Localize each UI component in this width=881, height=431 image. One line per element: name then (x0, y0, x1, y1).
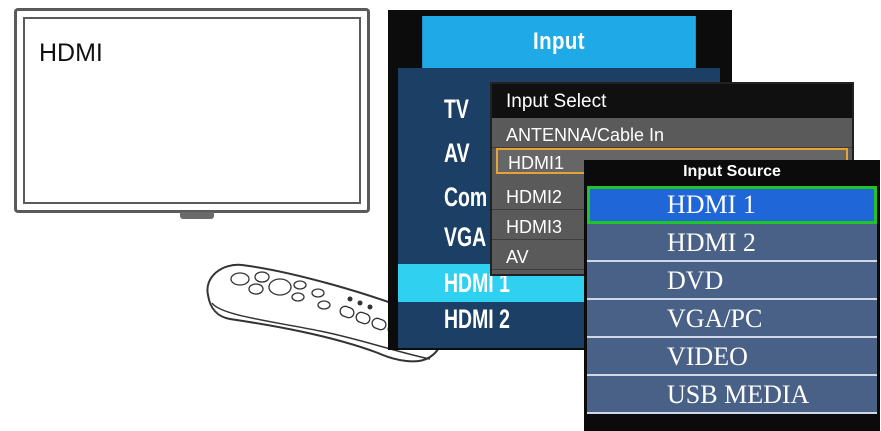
input-source-popup: Input Source HDMI 1 HDMI 2 DVD VGA/PC VI… (584, 160, 880, 431)
tv-screen-label: HDMI (39, 39, 103, 67)
input-source-list: HDMI 1 HDMI 2 DVD VGA/PC VIDEO USB MEDIA (587, 186, 877, 414)
input-source-item-dvd[interactable]: DVD (587, 262, 877, 300)
input-source-title: Input Source (584, 160, 880, 186)
input-source-item-vga-pc[interactable]: VGA/PC (587, 300, 877, 338)
input-menu-item-av[interactable]: AV (444, 138, 470, 169)
input-select-item-antenna[interactable]: ANTENNA/Cable In (492, 122, 852, 148)
tv-illustration: HDMI (14, 8, 370, 213)
input-select-title: Input Select (492, 84, 852, 118)
input-source-item-usb-media[interactable]: USB MEDIA (587, 376, 877, 414)
input-source-item-video[interactable]: VIDEO (587, 338, 877, 376)
input-menu-item-component[interactable]: Com (444, 182, 487, 213)
input-menu-item-hdmi-2[interactable]: HDMI 2 (444, 304, 510, 335)
input-source-item-hdmi-1[interactable]: HDMI 1 (587, 186, 877, 224)
input-menu-item-tv[interactable]: TV (444, 94, 469, 125)
tv-stand (180, 212, 214, 219)
tv-screen: HDMI (23, 17, 361, 204)
input-menu-item-vga[interactable]: VGA (444, 222, 486, 253)
input-source-item-hdmi-2[interactable]: HDMI 2 (587, 224, 877, 262)
input-menu-title: Input (422, 16, 696, 68)
